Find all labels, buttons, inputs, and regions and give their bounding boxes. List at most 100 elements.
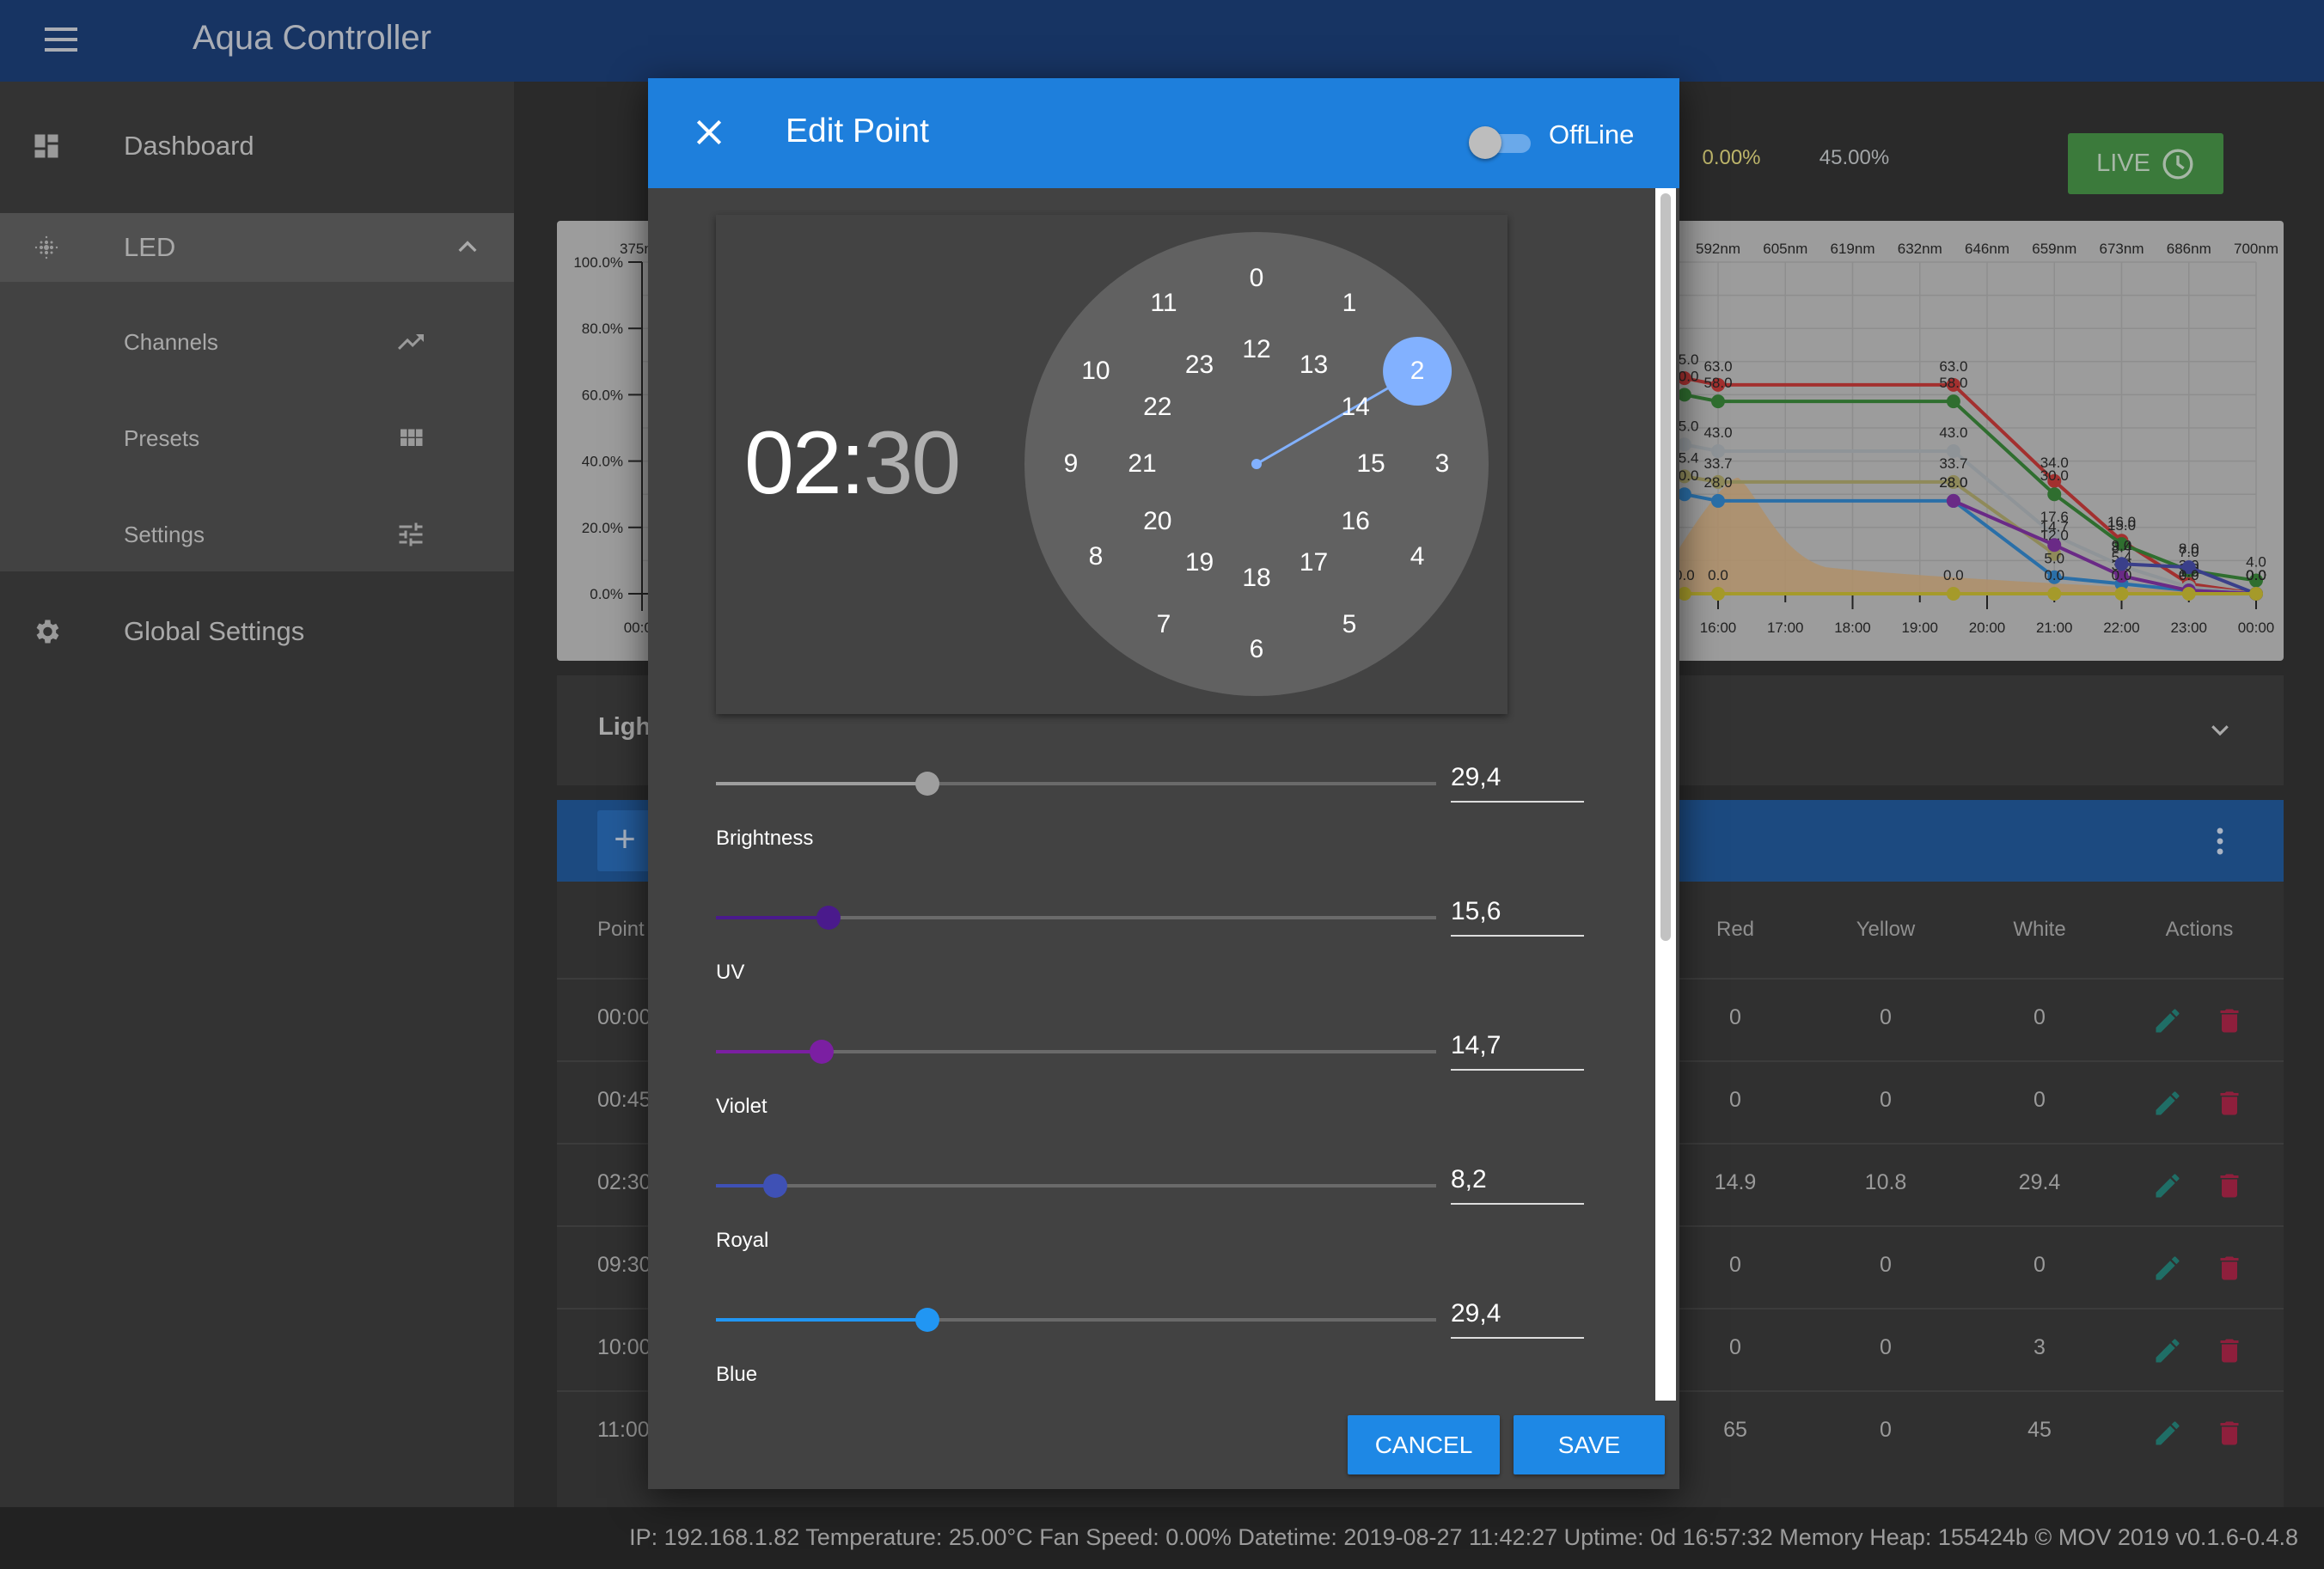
edit-pencil-icon[interactable] (2152, 1335, 2183, 1366)
dialog-scrollbar[interactable] (1655, 188, 1676, 1401)
time-separator: : (840, 413, 865, 513)
delete-trash-icon[interactable] (2214, 1418, 2245, 1449)
cell-yellow: 0 (1880, 1088, 1892, 1112)
delete-trash-icon[interactable] (2214, 1335, 2245, 1366)
footer-status-text: IP: 192.168.1.82 Temperature: 25.00°C Fa… (629, 1524, 2298, 1550)
clock-number[interactable]: 14 (1341, 393, 1369, 422)
cell-point: 09:30 (597, 1253, 651, 1277)
clock-number[interactable]: 2 (1410, 357, 1425, 386)
col-header-yellow[interactable]: Yellow (1856, 918, 1916, 942)
sidebar-item-channels[interactable]: Channels (0, 308, 514, 376)
clock-number[interactable]: 15 (1356, 449, 1385, 479)
sidebar-item-settings[interactable]: Settings (0, 500, 514, 569)
clock-number[interactable]: 18 (1242, 564, 1270, 593)
slider-uv[interactable] (716, 900, 1436, 935)
sidebar-item-dashboard[interactable]: Dashboard (0, 82, 514, 211)
slider-value-input[interactable]: 8,2 (1451, 1165, 1584, 1205)
col-header-white[interactable]: White (2013, 918, 2065, 942)
slider-royal[interactable] (716, 1169, 1436, 1203)
clock-number[interactable]: 6 (1250, 635, 1264, 664)
chevron-down-icon[interactable] (2207, 717, 2233, 742)
sidebar-item-led[interactable]: LED (0, 213, 514, 282)
clock-number[interactable]: 1 (1342, 289, 1357, 318)
slider-value-input[interactable]: 29,4 (1451, 1299, 1584, 1339)
clock-number[interactable]: 23 (1185, 351, 1214, 380)
data-label: 63.0 (1939, 358, 1967, 375)
clock-number[interactable]: 19 (1185, 548, 1214, 577)
clock-number[interactable]: 13 (1300, 351, 1328, 380)
slider-label: Blue (716, 1363, 758, 1386)
edit-pencil-icon[interactable] (2152, 1170, 2183, 1201)
data-label: 0.0 (2044, 567, 2064, 583)
col-header-red[interactable]: Red (1716, 918, 1754, 942)
clock-number[interactable]: 8 (1089, 542, 1104, 571)
clock-number[interactable]: 11 (1150, 289, 1177, 318)
clock-center-dot (1251, 459, 1262, 469)
clock-number[interactable]: 4 (1410, 542, 1425, 571)
delete-trash-icon[interactable] (2214, 1088, 2245, 1119)
data-label: 14.7 (2040, 518, 2069, 534)
chip-label: 0.00% (1702, 146, 1761, 169)
clock-number[interactable]: 12 (1242, 335, 1270, 364)
live-button[interactable]: LIVE (2068, 133, 2223, 194)
slider-thumb[interactable] (810, 1040, 835, 1064)
led-submenu: Channels Presets Settings (0, 282, 514, 571)
sidebar-item-presets[interactable]: Presets (0, 404, 514, 473)
slider-track[interactable] (716, 1184, 1436, 1187)
save-button[interactable]: SAVE (1514, 1415, 1665, 1474)
clock-face[interactable]: 0 1 3 4 5 6 7 8 9 10 11 12 13 14 15 16 17 18 19 20 21 22 23 2 (1024, 232, 1489, 696)
cell-white: 45 (2027, 1418, 2052, 1442)
clock-number[interactable]: 9 (1064, 449, 1079, 479)
slider-thumb[interactable] (816, 906, 841, 930)
clock-number[interactable]: 22 (1143, 393, 1171, 422)
wavelength-label: 673nm (2100, 241, 2144, 257)
slider-brightness[interactable] (716, 766, 1436, 801)
delete-trash-icon[interactable] (2214, 1005, 2245, 1036)
slider-violet[interactable] (716, 1035, 1436, 1069)
minutes-display[interactable]: 30 (864, 413, 962, 513)
slider-blue[interactable] (716, 1303, 1436, 1337)
slider-fill (716, 782, 928, 785)
scrollbar-thumb[interactable] (1660, 193, 1671, 941)
delete-trash-icon[interactable] (2214, 1253, 2245, 1284)
toggle-thumb[interactable] (1469, 126, 1501, 159)
menu-icon[interactable] (45, 27, 77, 53)
sidebar-item-global-settings[interactable]: Global Settings (0, 597, 514, 666)
slider-value-input[interactable]: 14,7 (1451, 1031, 1584, 1071)
data-label: 63.0 (1703, 358, 1732, 375)
clock-number[interactable]: 17 (1300, 548, 1328, 577)
slider-thumb[interactable] (915, 1308, 940, 1332)
hours-display[interactable]: 02 (744, 413, 842, 513)
y-tick-label: 100.0% (573, 254, 623, 271)
x-tick-label: 20:00 (1969, 620, 2006, 636)
edit-pencil-icon[interactable] (2152, 1418, 2183, 1449)
slider-value-input[interactable]: 29,4 (1451, 763, 1584, 803)
chevron-up-icon[interactable] (454, 234, 481, 261)
clock-number[interactable]: 16 (1341, 507, 1369, 536)
clock-number[interactable]: 0 (1250, 264, 1264, 293)
edit-pencil-icon[interactable] (2152, 1253, 2183, 1284)
x-tick-label: 21:00 (2036, 620, 2073, 636)
chip-label: 45.00% (1819, 146, 1890, 169)
data-label: 0.0 (1943, 567, 1964, 583)
more-vert-icon[interactable] (2207, 826, 2233, 857)
sidebar-item-label: LED (124, 232, 176, 262)
edit-pencil-icon[interactable] (2152, 1005, 2183, 1036)
slider-thumb[interactable] (762, 1174, 787, 1198)
clock-number[interactable]: 7 (1157, 610, 1171, 639)
add-point-button[interactable]: + (597, 810, 652, 871)
col-header-point[interactable]: Point (597, 918, 645, 942)
delete-trash-icon[interactable] (2214, 1170, 2245, 1201)
edit-pencil-icon[interactable] (2152, 1088, 2183, 1119)
clock-number[interactable]: 21 (1128, 449, 1156, 479)
slider-thumb[interactable] (915, 772, 940, 796)
offline-toggle[interactable] (1469, 126, 1531, 159)
cancel-button[interactable]: CANCEL (1348, 1415, 1500, 1474)
slider-value-input[interactable]: 15,6 (1451, 897, 1584, 937)
close-icon[interactable] (693, 116, 725, 149)
clock-number[interactable]: 3 (1435, 449, 1450, 479)
clock-number[interactable]: 5 (1342, 610, 1357, 639)
tune-icon (399, 522, 423, 546)
clock-number[interactable]: 10 (1081, 357, 1110, 386)
clock-number[interactable]: 20 (1143, 507, 1171, 536)
